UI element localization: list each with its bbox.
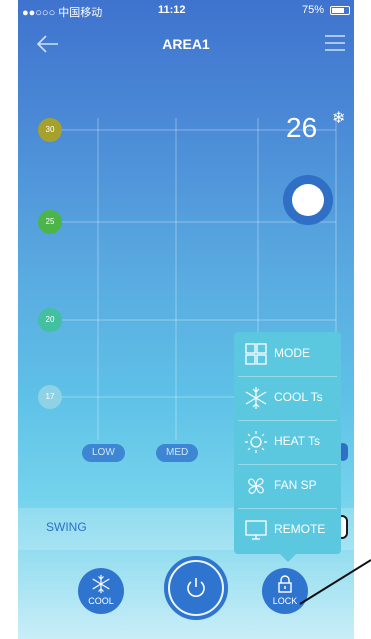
- menu-item-label: HEAT Ts: [274, 434, 321, 448]
- menu-item-label: MODE: [274, 346, 310, 360]
- fan-icon: [248, 478, 264, 494]
- temp-mark-20: 20: [38, 308, 62, 332]
- temperature-slider-handle[interactable]: [283, 175, 333, 225]
- fan-speed-med[interactable]: MED: [156, 444, 199, 462]
- snowflake-icon: [245, 387, 267, 409]
- menu-item-heat-ts[interactable]: HEAT Ts: [234, 420, 341, 464]
- power-button[interactable]: [170, 562, 222, 614]
- nav-bar: AREA1: [18, 22, 354, 66]
- menu-item-label: COOL Ts: [274, 390, 323, 404]
- battery-percent: 75%: [301, 4, 324, 16]
- status-bar: ●●○○○ 中国移动 11:12 75%: [18, 0, 354, 20]
- menu-item-label: REMOTE: [274, 522, 326, 536]
- cool-label: COOL: [88, 596, 114, 606]
- power-icon: [187, 578, 205, 597]
- menu-item-fan-sp[interactable]: FAN SP: [234, 464, 341, 508]
- screen: ●●○○○ 中国移动 11:12 75% AREA1 30 25 20 17 2…: [0, 0, 371, 639]
- menu-item-label: FAN SP: [274, 478, 317, 492]
- temp-mark-17: 17: [38, 385, 62, 409]
- cool-mode-button[interactable]: COOL: [78, 568, 124, 614]
- grid-icon: [245, 343, 267, 365]
- snowflake-icon: ❄: [332, 110, 346, 127]
- sun-icon: [245, 431, 267, 453]
- app-screen: ●●○○○ 中国移动 11:12 75% AREA1 30 25 20 17 2…: [18, 0, 354, 639]
- fan-speed-low[interactable]: LOW: [82, 444, 125, 462]
- lock-button[interactable]: LOCK: [262, 568, 308, 614]
- carrier: ●●○○○ 中国移动: [22, 7, 103, 19]
- menu-item-cool-ts[interactable]: COOL Ts: [234, 376, 341, 420]
- swing-label: SWING: [46, 520, 87, 534]
- menu-item-remote[interactable]: REMOTE: [234, 508, 341, 552]
- lock-label: LOCK: [272, 596, 298, 606]
- monitor-icon: [245, 520, 267, 540]
- page-title: AREA1: [162, 36, 210, 52]
- battery-icon: [330, 6, 350, 15]
- temp-mark-25: 25: [38, 210, 62, 234]
- lock-icon: [278, 575, 292, 593]
- temp-mark-30: 30: [38, 118, 62, 142]
- menu-item-mode[interactable]: MODE: [234, 332, 341, 376]
- set-temperature: 26: [286, 112, 318, 143]
- snowflake-icon: [92, 574, 110, 594]
- menu-icon[interactable]: [324, 34, 346, 52]
- popup-menu: MODE COOL Ts HEAT Ts FAN SP REMOTE: [234, 332, 341, 562]
- clock: 11:12: [158, 4, 186, 16]
